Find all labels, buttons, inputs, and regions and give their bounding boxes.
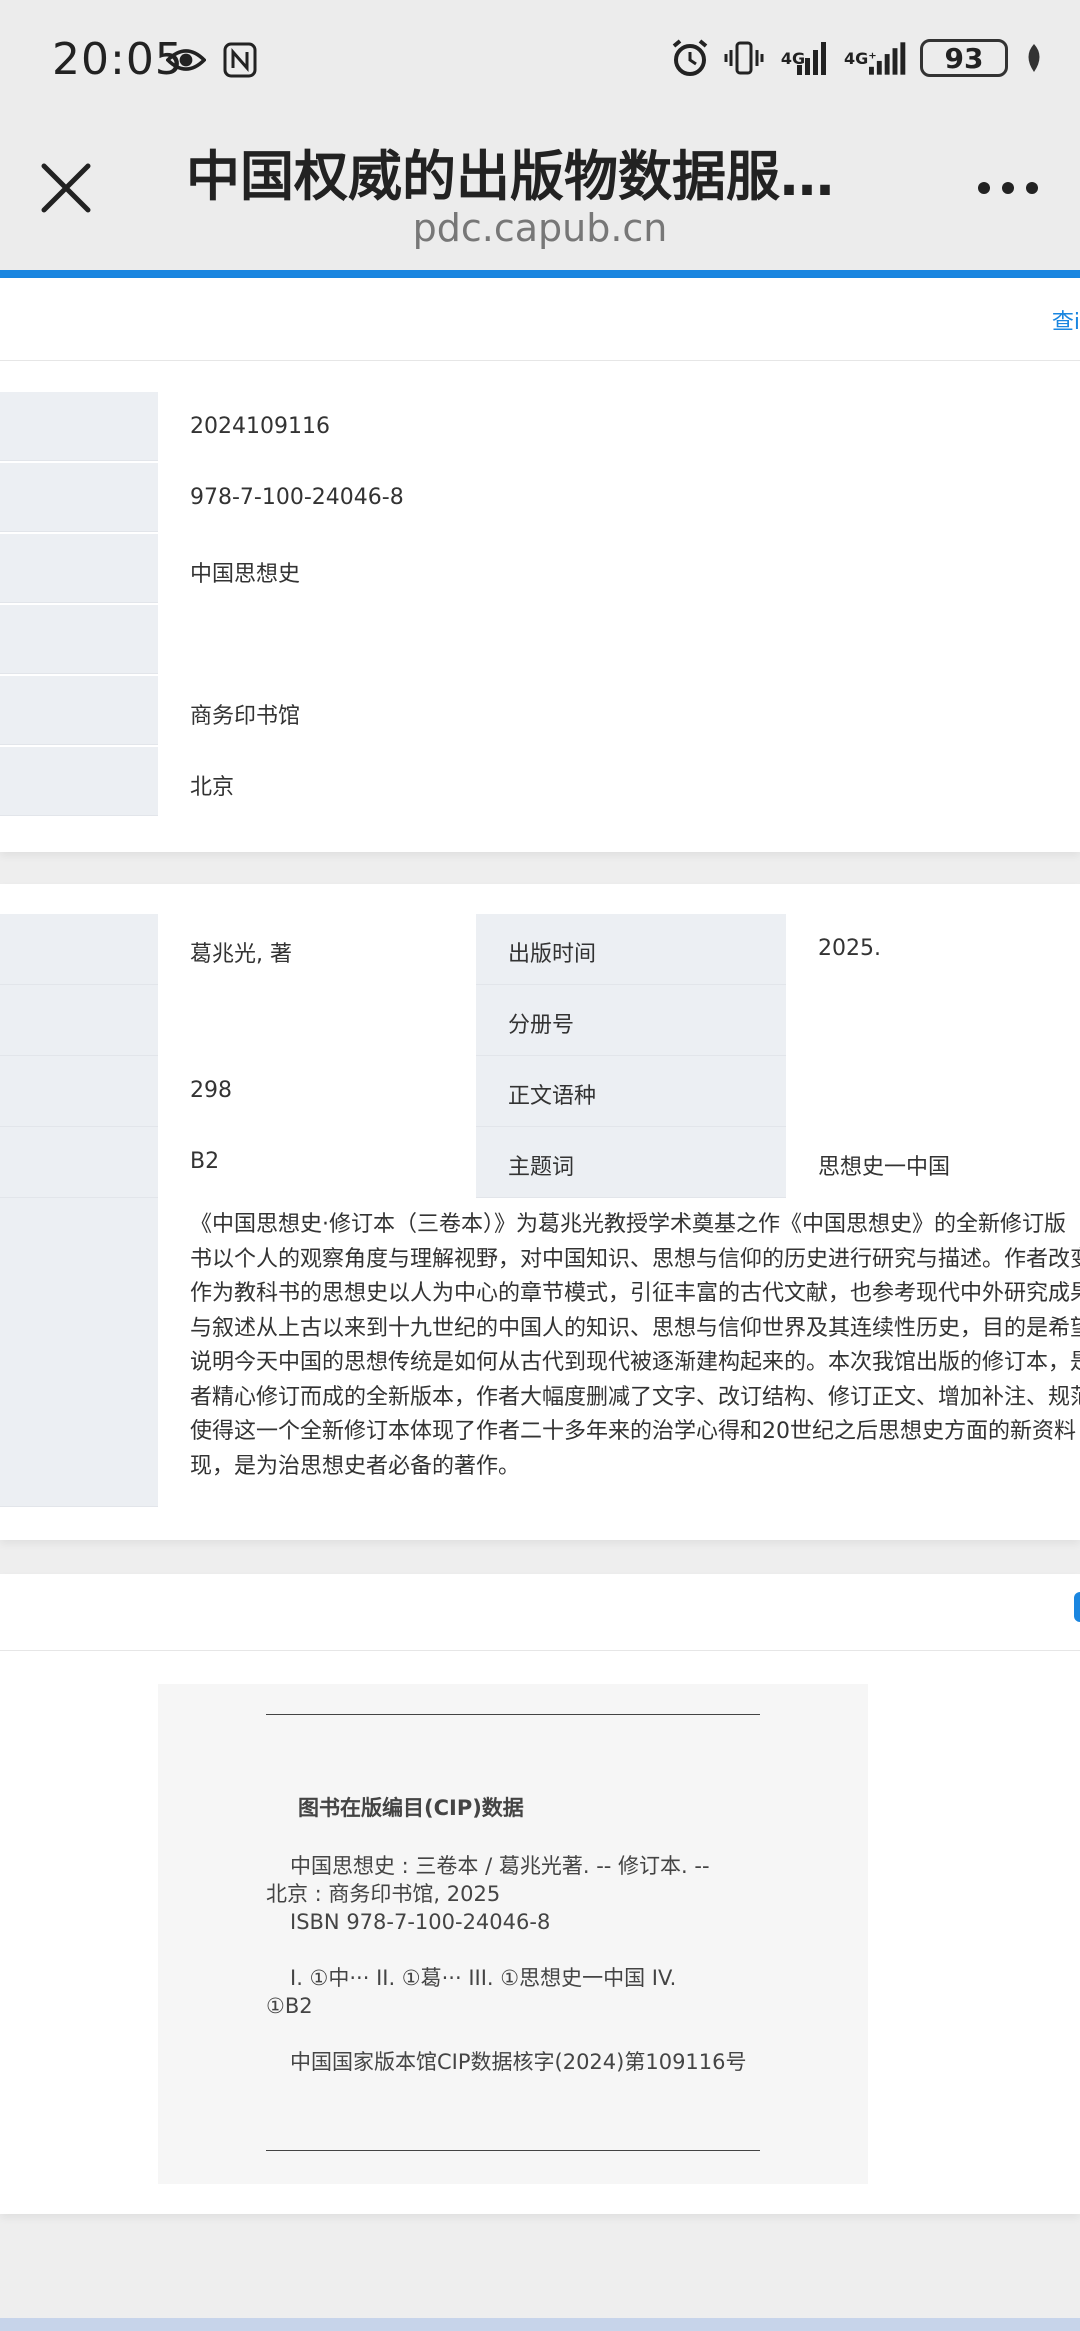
- detail-row: 分册号: [0, 985, 1080, 1056]
- browser-header: 中国权威的出版物数据服… pdc.capub.cn: [0, 120, 1080, 270]
- info-row-label: [0, 463, 158, 532]
- detail-left-value: B2: [190, 1149, 220, 1174]
- status-left-icons: [166, 38, 260, 82]
- info-row-value: 中国思想史: [190, 562, 301, 587]
- detail-row: 298 正文语种: [0, 1056, 1080, 1127]
- cip-title: 图书在版编目(CIP)数据: [298, 1796, 524, 1820]
- loading-progress-bar: [0, 270, 1080, 278]
- basic-info-card: 查i 2024109116 978-7-100-24046-8 中国思想史 商务…: [0, 278, 1080, 852]
- cip-line-3: ISBN 978-7-100-24046-8: [290, 1910, 551, 1934]
- cip-data-box: 图书在版编目(CIP)数据 中国思想史 : 三卷本 / 葛兆光著. -- 修订本…: [158, 1684, 868, 2184]
- info-row-label: [0, 676, 158, 745]
- detail-left-value: 葛兆光, 著: [190, 942, 292, 967]
- cip-line-6: 中国国家版本馆CIP数据核字(2024)第109116号: [290, 2050, 747, 2074]
- info-row: 978-7-100-24046-8: [0, 463, 1080, 533]
- signal-4g-icon: 4G: [778, 36, 830, 80]
- info-row-label: [0, 534, 158, 603]
- status-time: 20:05: [52, 34, 184, 85]
- detail-left-label: [0, 985, 158, 1056]
- dot-icon: [1002, 182, 1014, 194]
- leaf-icon: [1022, 36, 1046, 80]
- signal-4g-plus-icon: 4G⁺: [844, 36, 906, 80]
- detail-left-label: [0, 914, 158, 985]
- detail-right-value: 2025.: [818, 936, 881, 961]
- cip-line-2: 北京 : 商务印书馆, 2025: [266, 1882, 501, 1906]
- page-url[interactable]: pdc.capub.cn: [0, 206, 1080, 250]
- detail-mid-label: 分册号: [476, 985, 786, 1056]
- detail-mid-label: 出版时间: [476, 914, 786, 985]
- dot-icon: [978, 182, 990, 194]
- summary-text: 《中国思想史·修订本（三卷本）》为葛兆光教授学术奠基之作《中国思想史》的全新修订…: [190, 1212, 1080, 1479]
- detail-mid-label: 正文语种: [476, 1056, 786, 1127]
- info-row: 中国思想史: [0, 534, 1080, 604]
- summary-label: [0, 1198, 158, 1507]
- alarm-icon: [670, 36, 710, 80]
- cip-bottom-rule: [266, 2150, 760, 2151]
- vibrate-icon: [724, 36, 764, 80]
- detail-left-label: [0, 1056, 158, 1127]
- info-row-label: [0, 392, 158, 461]
- summary-row: 《中国思想史·修订本（三卷本）》为葛兆光教授学术奠基之作《中国思想史》的全新修订…: [0, 1198, 1080, 1507]
- divider: [0, 360, 1080, 361]
- info-row: 商务印书馆: [0, 676, 1080, 746]
- status-right-icons: 4G 4G⁺ 93: [670, 36, 1046, 80]
- cip-line-1: 中国思想史 : 三卷本 / 葛兆光著. -- 修订本. --: [290, 1854, 710, 1878]
- status-bar: 20:05 4G 4G⁺ 93: [0, 0, 1080, 120]
- cip-card: 图书在版编目(CIP)数据 中国思想史 : 三卷本 / 葛兆光著. -- 修订本…: [0, 1574, 1080, 2214]
- eye-icon: [166, 38, 206, 82]
- info-row: 北京: [0, 747, 1080, 817]
- detail-row: 葛兆光, 著 出版时间 2025.: [0, 914, 1080, 985]
- info-row-value: 北京: [190, 775, 235, 800]
- page-title: 中国权威的出版物数据服…: [186, 145, 834, 208]
- info-row-label: [0, 747, 158, 816]
- more-options-button[interactable]: [978, 182, 1038, 194]
- detail-mid-label: 主题词: [476, 1127, 786, 1198]
- divider: [0, 1650, 1080, 1651]
- info-row: 2024109116: [0, 392, 1080, 462]
- detail-right-value: 思想史一中国: [818, 1155, 951, 1180]
- cip-line-4: I. ①中··· II. ①葛··· III. ①思想史一中国 IV.: [290, 1966, 677, 1990]
- info-row-value: 978-7-100-24046-8: [190, 485, 404, 510]
- cip-top-rule: [266, 1714, 760, 1715]
- info-row-value: 2024109116: [190, 414, 330, 439]
- nfc-icon: [220, 38, 260, 82]
- scroll-indicator[interactable]: [1074, 1592, 1080, 1622]
- detail-info-card: 葛兆光, 著 出版时间 2025. 分册号 298 正文语种 B2 主题词 思想…: [0, 884, 1080, 1540]
- info-row-label: [0, 605, 158, 674]
- info-row: [0, 605, 1080, 675]
- battery-icon: 93: [920, 39, 1008, 77]
- detail-row: B2 主题词 思想史一中国: [0, 1127, 1080, 1198]
- dot-icon: [1026, 182, 1038, 194]
- cip-line-5: ①B2: [266, 1994, 313, 2018]
- detail-left-value: 298: [190, 1078, 232, 1103]
- bottom-strip: [0, 2318, 1080, 2331]
- detail-left-label: [0, 1127, 158, 1198]
- info-row-value: 商务印书馆: [190, 704, 301, 729]
- query-link[interactable]: 查i: [1052, 304, 1080, 336]
